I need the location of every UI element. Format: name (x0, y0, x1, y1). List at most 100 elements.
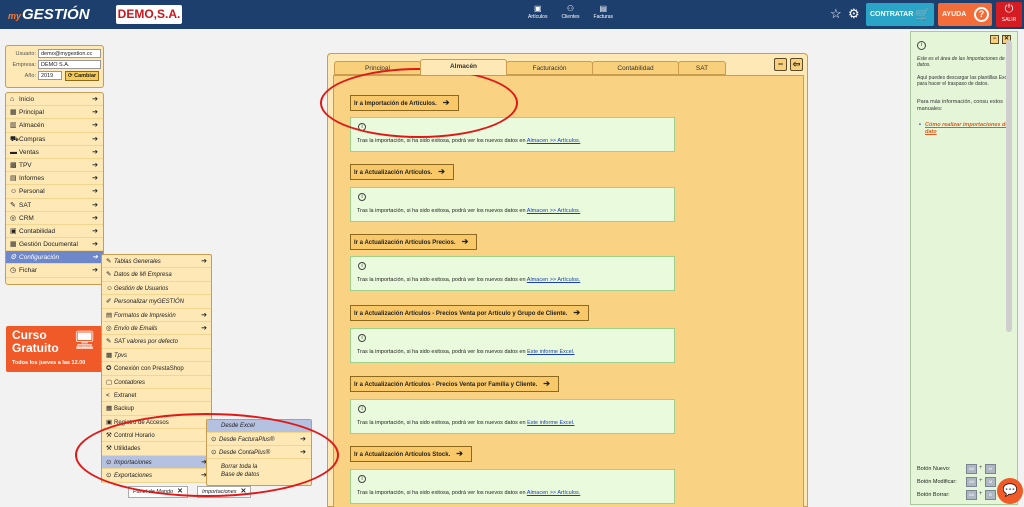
tab-contabilidad[interactable]: Contabilidad (592, 61, 679, 75)
menu-item-inicio[interactable]: ⌂ Inicio ➔ (6, 93, 103, 107)
bottom-tab-importaciones[interactable]: Importaciones ✕ (197, 486, 252, 498)
tab-sat[interactable]: SAT (678, 61, 726, 75)
ir-actualizacion-stock-button[interactable]: Ir a Actualización Artículos Stock. ➔ (350, 446, 472, 462)
company-name-badge[interactable]: DEMO,S.A. (116, 5, 182, 24)
info-icon: i (358, 405, 366, 413)
ir-importacion-articulos-button[interactable]: Ir a Importación de Artículos. ➔ (350, 95, 459, 111)
almacen-articulos-link[interactable]: Almacen >> Artículos. (527, 490, 581, 496)
submenu-item-utilidades[interactable]: ⚒ Utilidades (102, 442, 211, 456)
menu-item-principal[interactable]: ▦ Principal ➔ (6, 106, 103, 120)
ir-actualizacion-precios-grupo-button[interactable]: Ir a Actualización Artículos - Precios V… (350, 305, 590, 321)
sales-icon: ▬ (10, 148, 17, 156)
tab-principal[interactable]: Principal (334, 61, 421, 75)
submenu-item-backup[interactable]: ▦ Backup (102, 402, 211, 416)
submenu-item-extranet[interactable]: < Extranet (102, 389, 211, 403)
app-logo[interactable]: myGESTIÓN (8, 6, 90, 23)
submenu-item-exportaciones[interactable]: ⊙ Exportaciones ➔ (102, 469, 211, 483)
anio-field[interactable]: 2019 (38, 71, 62, 80)
cambiar-button[interactable]: ⟳ Cambiar (65, 70, 100, 81)
help-scrollbar[interactable] (1006, 40, 1012, 332)
submenu-item-tpvs[interactable]: ▩ Tpvs (102, 349, 211, 363)
almacen-articulos-link[interactable]: Almacen >> Artículos. (527, 277, 581, 283)
informe-excel-link[interactable]: Este informe Excel. (527, 420, 574, 426)
submenu-item-importaciones[interactable]: ⊙ Importaciones ➔ (102, 455, 211, 470)
menu-item-personal[interactable]: ☺ Personal ➔ (6, 185, 103, 199)
empresa-field[interactable]: DEMO S.A. (38, 60, 101, 69)
ir-actualizacion-precios-familia-button[interactable]: Ir a Actualización Artículos - Precios V… (350, 376, 559, 392)
shortcut-nuevo-label: Botón Nuevo: (917, 466, 951, 472)
submenu-item-desde-contaplus[interactable]: ⊙ Desde ContaPlus® ➔ (207, 446, 311, 459)
menu-item-contabilidad[interactable]: ▣ Contabilidad ➔ (6, 225, 103, 239)
informe-excel-link[interactable]: Este informe Excel. (527, 349, 574, 355)
menu-item-ventas[interactable]: ▬ Ventas ➔ (6, 146, 103, 159)
menu-item-gestion-documental[interactable]: ▦ Gestión Documental ➔ (6, 238, 103, 252)
menu-item-tpv[interactable]: ▩ TPV ➔ (6, 159, 103, 173)
submenu-item-formatos-impresion[interactable]: ▤ Formatos de Impresión ➔ (102, 309, 211, 322)
email-icon: ◎ (106, 324, 112, 332)
help-text: Aquí puedes descargar las plantillas Exc… (917, 75, 1011, 87)
person-icon: ☺ (10, 188, 18, 196)
salir-button[interactable]: ⏻ SALIR (996, 2, 1022, 27)
menu-item-fichar[interactable]: ◷ Fichar ➔ (6, 264, 103, 278)
info-box: i Tras la importación, si ha sido exitosa… (350, 469, 675, 504)
brush-icon: ✐ (106, 298, 112, 306)
contratar-button[interactable]: CONTRATAR 🛒 (866, 3, 934, 26)
submenu-item-registro-accesos[interactable]: ▣ Registro de Accesos (102, 416, 211, 430)
menu-item-configuracion[interactable]: ⚙ Configuración ➔ (6, 251, 103, 265)
star-icon[interactable]: ☆ (830, 6, 842, 22)
submenu-item-tablas-generales[interactable]: ✎ Tablas Generales ➔ (102, 255, 211, 269)
info-icon: i (358, 262, 366, 270)
presentation-icon: 🖥 (73, 330, 96, 350)
minimize-icon[interactable]: − (774, 58, 787, 71)
submenu-item-sat-valores[interactable]: ✎ SAT valores por defecto (102, 335, 211, 349)
close-icon[interactable]: ✕ (177, 488, 183, 495)
bottom-tab-panel-mando[interactable]: Panel de Mando ✕ (128, 486, 188, 498)
arrow-right-icon: ➔ (543, 379, 550, 388)
close-icon[interactable]: ✕ (241, 488, 247, 495)
arrow-right-icon: ➔ (92, 161, 98, 169)
menu-item-sat[interactable]: ✎ SAT ➔ (6, 199, 103, 212)
register-icon: ▩ (10, 161, 17, 169)
submenu-item-personalizar[interactable]: ✐ Personalizar myGESTIÓN (102, 295, 211, 309)
settings-icon[interactable]: ⚙ (848, 6, 860, 22)
submenu-item-prestashop[interactable]: ✪ Conexión con PrestaShop (102, 362, 211, 376)
menu-item-compras[interactable]: ⛟Compras ➔ (6, 133, 103, 146)
arrow-right-icon: ➔ (92, 135, 98, 143)
register-icon: ▩ (106, 351, 113, 359)
ir-actualizacion-articulos-button[interactable]: Ir a Actualización Artículos. ➔ (350, 164, 454, 180)
counter-icon: ▢ (106, 378, 113, 386)
nav-clientes[interactable]: ⚇ Clientes (561, 4, 579, 20)
submenu-item-desde-facturaplus[interactable]: ⊙ Desde FacturaPlus® ➔ (207, 433, 311, 446)
manual-importaciones-link[interactable]: • Cómo realizar importaciones de dato (919, 122, 1013, 135)
submenu-item-gestion-usuarios[interactable]: ☺Gestión de Usuarios (102, 282, 211, 296)
almacen-articulos-link[interactable]: Almacen >> Artículos. (527, 138, 581, 144)
key-alt: Alt (966, 477, 977, 487)
nav-articulos[interactable]: ▣ Artículos (528, 4, 547, 20)
promo-banner[interactable]: Curso Gratuito Todos los jueves a las 12… (6, 326, 102, 372)
tab-almacen[interactable]: Almacén (420, 59, 507, 75)
submenu-item-desde-excel[interactable]: Desde Excel (207, 420, 311, 433)
nav-facturas[interactable]: ▤ Facturas (594, 4, 613, 20)
ayuda-button[interactable]: AYUDA? (938, 3, 992, 26)
backup-icon: ▦ (106, 405, 113, 413)
submenu-item-control-horario[interactable]: ⚒ Control Horario (102, 429, 211, 443)
back-icon[interactable]: ⇦ (790, 58, 803, 71)
submenu-item-datos-empresa[interactable]: ✎ Datos de Mi Empresa (102, 268, 211, 282)
arrow-right-icon: ➔ (92, 214, 98, 222)
ir-actualizacion-precios-button[interactable]: Ir a Actualización Artículos Precios. ➔ (350, 234, 478, 250)
invoice-icon: ▤ (599, 4, 608, 13)
almacen-articulos-link[interactable]: Almacen >> Artículos. (527, 208, 581, 214)
info-icon: i (917, 41, 926, 50)
chat-icon[interactable]: 💬 (997, 478, 1023, 504)
minimize-icon[interactable]: − (990, 35, 999, 44)
usuario-field[interactable]: demo@mygestion.cc (38, 49, 101, 58)
facturaplus-icon: ⊙ (211, 436, 217, 443)
submenu-item-envio-emails[interactable]: ◎ Envío de Emails ➔ (102, 322, 211, 336)
submenu-item-borrar-bd[interactable]: Borrar toda la Base de datos (207, 459, 267, 485)
menu-item-informes[interactable]: ▤ Informes ➔ (6, 172, 103, 186)
menu-item-crm[interactable]: ◎ CRM ➔ (6, 212, 103, 225)
box-icon: ▣ (533, 4, 542, 13)
submenu-item-contadores[interactable]: ▢ Contadores (102, 376, 211, 389)
menu-item-almacen[interactable]: ▥ Almacén ➔ (6, 119, 103, 133)
tab-facturacion[interactable]: Facturación (506, 61, 593, 75)
